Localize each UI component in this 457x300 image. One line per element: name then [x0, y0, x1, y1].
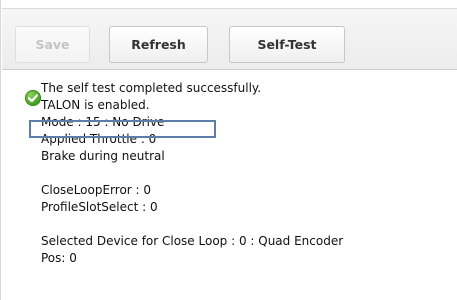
save-button[interactable]: Save: [15, 26, 90, 63]
mode-highlight-box: [29, 120, 216, 138]
result-line-enabled: TALON is enabled.: [41, 98, 150, 112]
check-circle-icon: [25, 90, 41, 106]
result-line-profile-slot: ProfileSlotSelect : 0: [41, 200, 158, 214]
result-line-status: The self test completed successfully.: [41, 81, 262, 95]
refresh-button[interactable]: Refresh: [109, 26, 208, 63]
result-line-closeloop-error: CloseLoopError : 0: [41, 183, 152, 197]
result-line-position: Pos: 0: [41, 251, 77, 265]
self-test-panel: Save Refresh Self-Test The self test com…: [0, 0, 457, 300]
toolbar: Save Refresh Self-Test: [2, 8, 457, 70]
self-test-button[interactable]: Self-Test: [229, 26, 345, 63]
result-line-brake: Brake during neutral: [41, 149, 165, 163]
result-line-selected-device: Selected Device for Close Loop : 0 : Qua…: [41, 234, 344, 248]
self-test-results: The self test completed successfully. TA…: [41, 80, 343, 267]
